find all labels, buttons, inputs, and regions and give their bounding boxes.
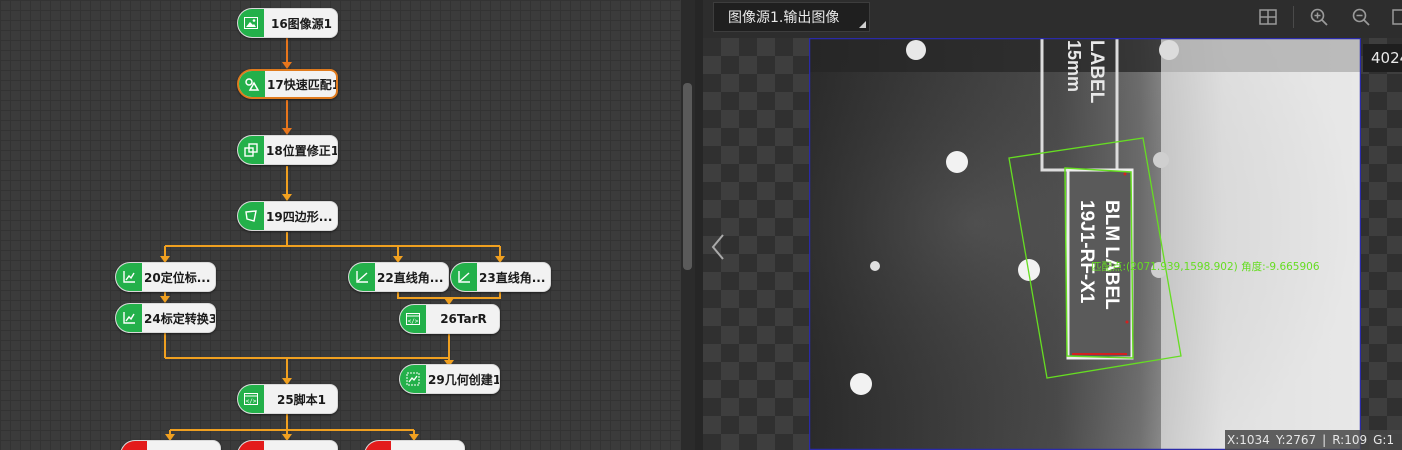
node-line-angle-23[interactable]: 23直线角...: [450, 262, 551, 292]
node-line-angle-22[interactable]: 22直线角...: [348, 262, 449, 292]
pixel-status-bar: X:1034 Y:2767 | R:109 G:1: [1225, 430, 1402, 450]
node-locate-20[interactable]: 20定位标...: [115, 262, 216, 292]
hole: [1153, 152, 1169, 168]
actual-size-icon[interactable]: [1391, 7, 1402, 27]
image-source-tab[interactable]: 图像源1.输出图像: [713, 2, 870, 32]
hole: [946, 151, 968, 173]
node-label: 29几何创建1: [428, 372, 500, 387]
zoom-out-icon[interactable]: [1351, 7, 1371, 27]
node-partial-bottom-3[interactable]: [364, 440, 465, 450]
fit-icon[interactable]: [1258, 7, 1278, 27]
node-image-source-16[interactable]: 16图像源1: [237, 8, 338, 38]
image-icon: [238, 9, 264, 37]
hole: [1159, 40, 1179, 60]
node-label: 23直线角...: [479, 270, 546, 285]
line-angle-icon: [451, 263, 477, 291]
match-overlay-text: 匹配点:(2071.939,1598.902) 角度:-9.665906: [1091, 260, 1320, 273]
node-script-25[interactable]: </> 25脚本1: [237, 384, 338, 414]
dropdown-corner-icon[interactable]: [859, 21, 866, 28]
script-icon: </>: [400, 305, 426, 333]
node-label: 19四边形...: [266, 209, 333, 224]
quadrilateral-icon: [238, 202, 264, 230]
image-text-label-top-a: LABEL: [1086, 40, 1107, 104]
flow-links: [160, 38, 505, 441]
scrollbar-thumb[interactable]: [683, 83, 692, 270]
viewer-toolbar: 图像源1.输出图像: [703, 0, 1402, 38]
hole: [870, 261, 880, 271]
flow-vertical-scrollbar[interactable]: [681, 0, 695, 450]
captured-image[interactable]: LABEL 15mm BLM LABEL 19J1-RF-X1 匹配点:(207…: [809, 38, 1361, 450]
flow-canvas[interactable]: 16图像源1 17快速匹配1 18位置修正1 19四边形... 20定位标...…: [0, 0, 680, 450]
hole: [850, 373, 872, 395]
status-x: X:1034: [1227, 433, 1270, 447]
node-fast-match-17[interactable]: 17快速匹配1: [237, 69, 338, 99]
node-label: 17快速匹配1: [267, 77, 338, 92]
bright-region: [1161, 38, 1361, 450]
node-position-fix-18[interactable]: 18位置修正1: [237, 135, 338, 165]
link-22-23-26: [397, 292, 501, 299]
match-point-marker: [1123, 172, 1127, 176]
node-geometry-create-29[interactable]: 29几何创建1: [399, 364, 500, 394]
image-text-label-top-b: 15mm: [1064, 40, 1084, 92]
svg-text:</>: </>: [408, 318, 419, 325]
image-text-label-main-a: BLM LABEL: [1101, 200, 1122, 310]
node-label: 25脚本1: [276, 392, 327, 407]
tab-label: 图像源1.输出图像: [728, 10, 840, 26]
status-separator: |: [1322, 433, 1327, 447]
node-label: 20定位标...: [144, 270, 211, 285]
image-text-label-main-b: 19J1-RF-X1: [1076, 200, 1097, 304]
node-tarr-26[interactable]: </> 26TarR: [399, 304, 500, 334]
svg-text:</>: </>: [246, 398, 257, 405]
node-label: 16图像源1: [270, 16, 333, 31]
node-label: 22直线角...: [377, 270, 444, 285]
chevron-left-icon[interactable]: [709, 232, 727, 262]
status-g: G:1: [1373, 433, 1395, 447]
match-icon: [239, 71, 265, 97]
node-partial-bottom-1[interactable]: [120, 440, 221, 450]
image-width-readout: 4024: [1363, 44, 1402, 72]
script-icon: </>: [238, 385, 264, 413]
match-point-marker: [1125, 320, 1129, 324]
toolbar-separator: [1293, 6, 1294, 28]
line-angle-icon: [349, 263, 375, 291]
zoom-in-icon[interactable]: [1309, 7, 1329, 27]
status-r: R:109: [1332, 433, 1368, 447]
position-fix-icon: [238, 136, 264, 164]
node-quadrilateral-19[interactable]: 19四边形...: [237, 201, 338, 231]
calibration-icon: [116, 263, 142, 291]
geometry-create-icon: [400, 365, 426, 393]
node-label: 18位置修正1: [266, 143, 338, 158]
status-y: Y:2767: [1275, 433, 1317, 447]
node-label: 26TarR: [440, 312, 487, 326]
node-calibration-transform-24[interactable]: 24标定转换3: [115, 303, 216, 333]
panel-splitter[interactable]: [695, 0, 703, 450]
node-label: 24标定转换3: [144, 311, 216, 326]
image-viewer: 图像源1.输出图像 LABEL 15mm BLM LABEL 19J1-RF-X…: [703, 0, 1402, 450]
node-partial-bottom-2[interactable]: [237, 440, 338, 450]
calibration-transform-icon: [116, 304, 142, 332]
hole: [906, 40, 926, 60]
